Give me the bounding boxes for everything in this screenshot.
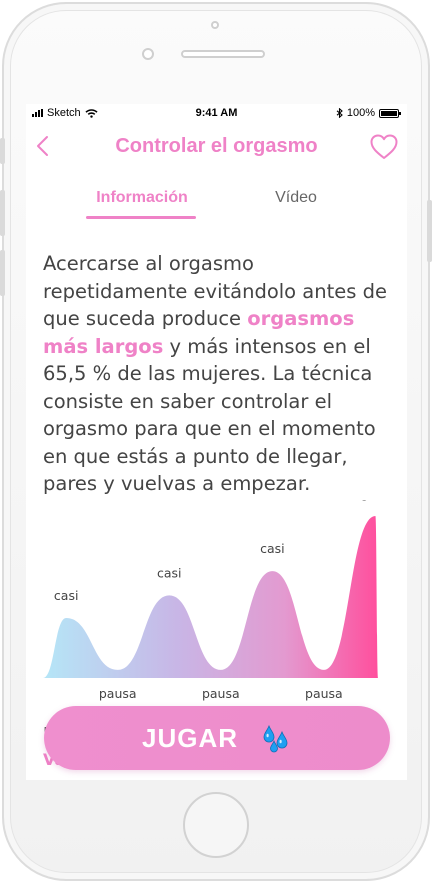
description-part2: y más intensos en el 65,5 % de las mujer… bbox=[43, 334, 376, 496]
tab-bar: Información Vídeo bbox=[26, 184, 407, 220]
status-bar: Sketch 9:41 AM 100% bbox=[26, 104, 407, 122]
volume-down-button bbox=[0, 250, 5, 296]
battery-icon bbox=[379, 108, 401, 118]
page-title: Controlar el orgasmo bbox=[115, 135, 318, 157]
volume-up-button bbox=[0, 190, 5, 236]
chart-pause-label: pausa bbox=[99, 686, 137, 701]
chart-peak-label: orgasmo bbox=[348, 500, 403, 501]
home-button[interactable] bbox=[183, 792, 249, 858]
proximity-sensor bbox=[211, 21, 219, 29]
mute-switch bbox=[0, 138, 5, 164]
chart-pause-label: pausa bbox=[202, 686, 240, 701]
front-camera bbox=[142, 48, 154, 60]
chart-wave-area bbox=[43, 516, 378, 678]
earpiece-speaker bbox=[181, 50, 265, 58]
chart-peak-label: casi bbox=[157, 565, 182, 580]
chart-pause-label: pausa bbox=[305, 686, 343, 701]
app-screen: Sketch 9:41 AM 100% Controlar el orgasmo… bbox=[26, 104, 407, 780]
chart-peak-label: casi bbox=[260, 541, 285, 556]
tab-informacion[interactable]: Información bbox=[86, 189, 198, 207]
power-button bbox=[427, 200, 432, 262]
chart-peak-label: casi bbox=[54, 588, 79, 603]
description-text: Acercarse al orgasmo repetidamente evitá… bbox=[43, 250, 393, 498]
play-button-label: JUGAR bbox=[141, 722, 238, 753]
navigation-bar: Controlar el orgasmo bbox=[26, 130, 407, 164]
orgasm-control-chart: casi pausa casi pausa casi pausa orgasmo bbox=[43, 500, 403, 701]
active-tab-indicator bbox=[86, 216, 196, 219]
tab-video[interactable]: Vídeo bbox=[256, 189, 336, 207]
sweat-droplets-icon bbox=[263, 724, 288, 753]
bluetooth-icon bbox=[336, 108, 343, 118]
heart-outline-icon[interactable] bbox=[369, 133, 399, 161]
play-button[interactable]: JUGAR bbox=[44, 706, 390, 770]
battery-percentage: 100% bbox=[346, 107, 375, 119]
